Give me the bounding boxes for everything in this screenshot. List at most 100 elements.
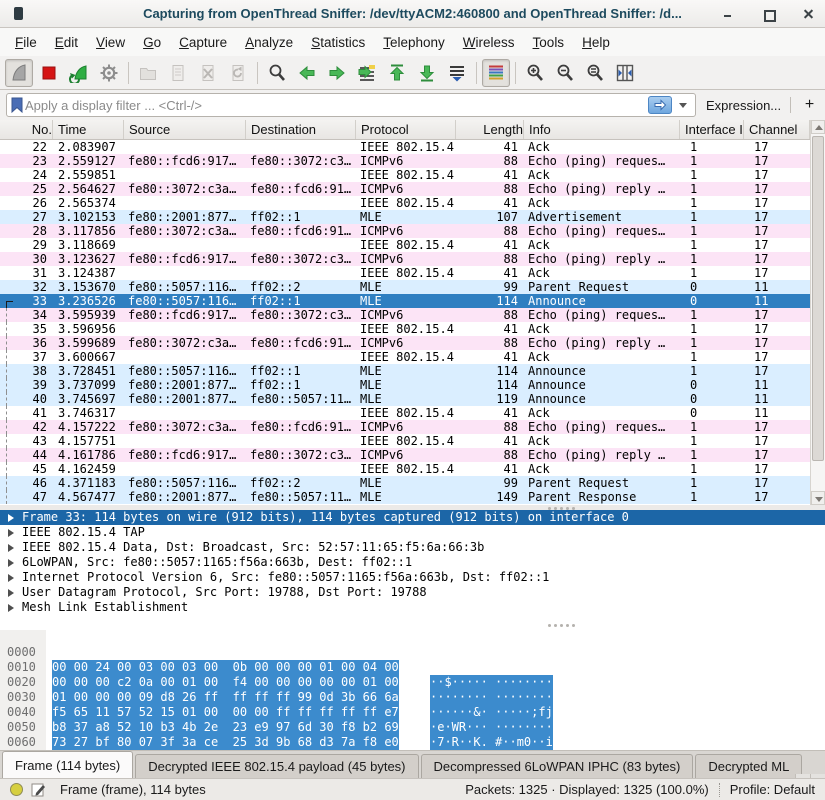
detail-line[interactable]: User Datagram Protocol, Src Port: 19788,… [0, 585, 825, 600]
table-row[interactable]: 22 2.083907 IEEE 802.15.4 41 Ack 1 17 [0, 140, 810, 154]
hex-line[interactable]: 0020 01 00 00 00 09 d8 26 ff ff ff ff 99… [0, 660, 825, 675]
column-header[interactable]: No. [0, 120, 53, 139]
start-capture-button[interactable] [5, 59, 33, 87]
go-back-button[interactable] [293, 59, 321, 87]
table-row[interactable]: 23 2.559127 fe80::fcd6:917… fe80::3072:c… [0, 154, 810, 168]
menu-item[interactable]: View [87, 31, 134, 54]
table-row[interactable]: 45 4.162459 IEEE 802.15.4 41 Ack 1 17 [0, 462, 810, 476]
table-row[interactable]: 41 3.746317 IEEE 802.15.4 41 Ack 0 11 [0, 406, 810, 420]
go-to-packet-button[interactable] [353, 59, 381, 87]
hex-line[interactable]: 0070 20 a7 · [0, 735, 825, 750]
hex-line[interactable]: 0050 73 27 bf 80 07 3f 3a ce 25 3d 9b 68… [0, 705, 825, 720]
go-forward-button[interactable] [323, 59, 351, 87]
scroll-down-icon[interactable] [811, 491, 825, 505]
table-row[interactable]: 27 3.102153 fe80::2001:877… ff02::1 MLE … [0, 210, 810, 224]
expander-icon[interactable] [8, 544, 14, 552]
zoom-out-button[interactable] [551, 59, 579, 87]
byte-view-tab[interactable]: Frame (114 bytes) [2, 751, 133, 778]
table-row[interactable]: 37 3.600667 IEEE 802.15.4 41 Ack 1 17 [0, 350, 810, 364]
table-row[interactable]: 40 3.745697 fe80::2001:877… fe80::5057:1… [0, 392, 810, 406]
display-filter-input[interactable] [25, 98, 648, 113]
save-file-button[interactable] [164, 59, 192, 87]
table-row[interactable]: 36 3.599689 fe80::3072:c3a… fe80::fcd6:9… [0, 336, 810, 350]
close-file-button[interactable] [194, 59, 222, 87]
column-header[interactable]: Protocol [356, 120, 456, 139]
detail-line[interactable]: Frame 33: 114 bytes on wire (912 bits), … [0, 510, 825, 525]
expander-icon[interactable] [8, 514, 14, 522]
find-packet-button[interactable] [263, 59, 291, 87]
expander-icon[interactable] [8, 604, 14, 612]
scroll-up-icon[interactable] [811, 120, 825, 134]
column-header[interactable]: Channel [744, 120, 810, 139]
maximize-button[interactable] [761, 7, 775, 21]
detail-line[interactable]: Mesh Link Establishment [0, 600, 825, 615]
byte-view-tab[interactable]: Decompressed 6LoWPAN IPHC (83 bytes) [421, 754, 694, 778]
expander-icon[interactable] [8, 574, 14, 582]
column-header[interactable]: Time [53, 120, 124, 139]
menu-item[interactable]: Telephony [374, 31, 454, 54]
hex-line[interactable]: 0030 f5 65 11 57 52 15 01 00 00 00 ff ff… [0, 675, 825, 690]
table-row[interactable]: 46 4.371183 fe80::5057:116… ff02::2 MLE … [0, 476, 810, 490]
open-file-button[interactable] [134, 59, 162, 87]
hex-line[interactable]: 0010 00 00 00 c2 0a 00 01 00 f4 00 00 00… [0, 645, 825, 660]
resize-columns-button[interactable] [611, 59, 639, 87]
menu-item[interactable]: Analyze [236, 31, 302, 54]
go-first-button[interactable] [383, 59, 411, 87]
reload-button[interactable] [224, 59, 252, 87]
hex-line[interactable]: 0040 b8 37 a8 52 10 b3 4b 2e 23 e9 97 6d… [0, 690, 825, 705]
menu-item[interactable]: Capture [170, 31, 236, 54]
capture-options-button[interactable] [95, 59, 123, 87]
table-row[interactable]: 33 3.236526 fe80::5057:116… ff02::1 MLE … [0, 294, 810, 308]
table-row[interactable]: 35 3.596956 IEEE 802.15.4 41 Ack 1 17 [0, 322, 810, 336]
restart-capture-button[interactable] [65, 59, 93, 87]
detail-line[interactable]: Internet Protocol Version 6, Src: fe80::… [0, 570, 825, 585]
zoom-reset-button[interactable] [581, 59, 609, 87]
scrollbar-thumb[interactable] [812, 136, 824, 461]
filter-history-dropdown[interactable] [679, 103, 687, 108]
expression-button[interactable]: Expression... [706, 98, 781, 113]
table-row[interactable]: 26 2.565374 IEEE 802.15.4 41 Ack 1 17 [0, 196, 810, 210]
byte-view-tab[interactable]: Decrypted ML [695, 754, 802, 778]
table-row[interactable]: 44 4.161786 fe80::fcd6:917… fe80::3072:c… [0, 448, 810, 462]
column-header[interactable]: Source [124, 120, 246, 139]
colorize-button[interactable] [482, 59, 510, 87]
status-profile[interactable]: Profile: Default [730, 782, 815, 797]
add-filter-button[interactable]: + [800, 96, 819, 114]
detail-line[interactable]: IEEE 802.15.4 Data, Dst: Broadcast, Src:… [0, 540, 825, 555]
menu-item[interactable]: Wireless [454, 31, 524, 54]
table-row[interactable]: 31 3.124387 IEEE 802.15.4 41 Ack 1 17 [0, 266, 810, 280]
table-row[interactable]: 43 4.157751 IEEE 802.15.4 41 Ack 1 17 [0, 434, 810, 448]
minimize-button[interactable] [721, 7, 735, 21]
table-row[interactable]: 30 3.123627 fe80::fcd6:917… fe80::3072:c… [0, 252, 810, 266]
packet-list-scrollbar[interactable] [810, 120, 825, 505]
detail-line[interactable]: IEEE 802.15.4 TAP [0, 525, 825, 540]
menu-item[interactable]: Edit [46, 31, 87, 54]
column-header[interactable]: Info [524, 120, 680, 139]
menu-item[interactable]: Statistics [302, 31, 374, 54]
expander-icon[interactable] [8, 529, 14, 537]
auto-scroll-button[interactable] [443, 59, 471, 87]
table-row[interactable]: 42 4.157222 fe80::3072:c3a… fe80::fcd6:9… [0, 420, 810, 434]
column-header[interactable]: Interface ID [680, 120, 744, 139]
menu-item[interactable]: Help [573, 31, 619, 54]
expert-info-icon[interactable] [10, 783, 23, 796]
display-filter-box[interactable] [6, 93, 696, 117]
pane-splitter-bottom[interactable] [0, 622, 825, 630]
menu-item[interactable]: Go [134, 31, 170, 54]
go-last-button[interactable] [413, 59, 441, 87]
stop-capture-button[interactable] [35, 59, 63, 87]
menu-item[interactable]: File [6, 31, 46, 54]
table-row[interactable]: 28 3.117856 fe80::3072:c3a… fe80::fcd6:9… [0, 224, 810, 238]
capture-comment-icon[interactable] [31, 782, 46, 797]
table-row[interactable]: 47 4.567477 fe80::2001:877… fe80::5057:1… [0, 490, 810, 504]
expander-icon[interactable] [8, 559, 14, 567]
expander-icon[interactable] [8, 589, 14, 597]
table-row[interactable]: 34 3.595939 fe80::fcd6:917… fe80::3072:c… [0, 308, 810, 322]
menu-item[interactable]: Tools [524, 31, 574, 54]
table-row[interactable]: 25 2.564627 fe80::3072:c3a… fe80::fcd6:9… [0, 182, 810, 196]
apply-filter-button[interactable] [648, 96, 672, 114]
column-header[interactable]: Length [456, 120, 524, 139]
hex-line[interactable]: 0000 00 00 24 00 03 00 03 00 0b 00 00 00… [0, 630, 825, 645]
column-header[interactable]: Destination [246, 120, 356, 139]
hex-line[interactable]: 0060 78 f2 c8 7e 98 0f b7 72 07 f0 17 62… [0, 720, 825, 735]
